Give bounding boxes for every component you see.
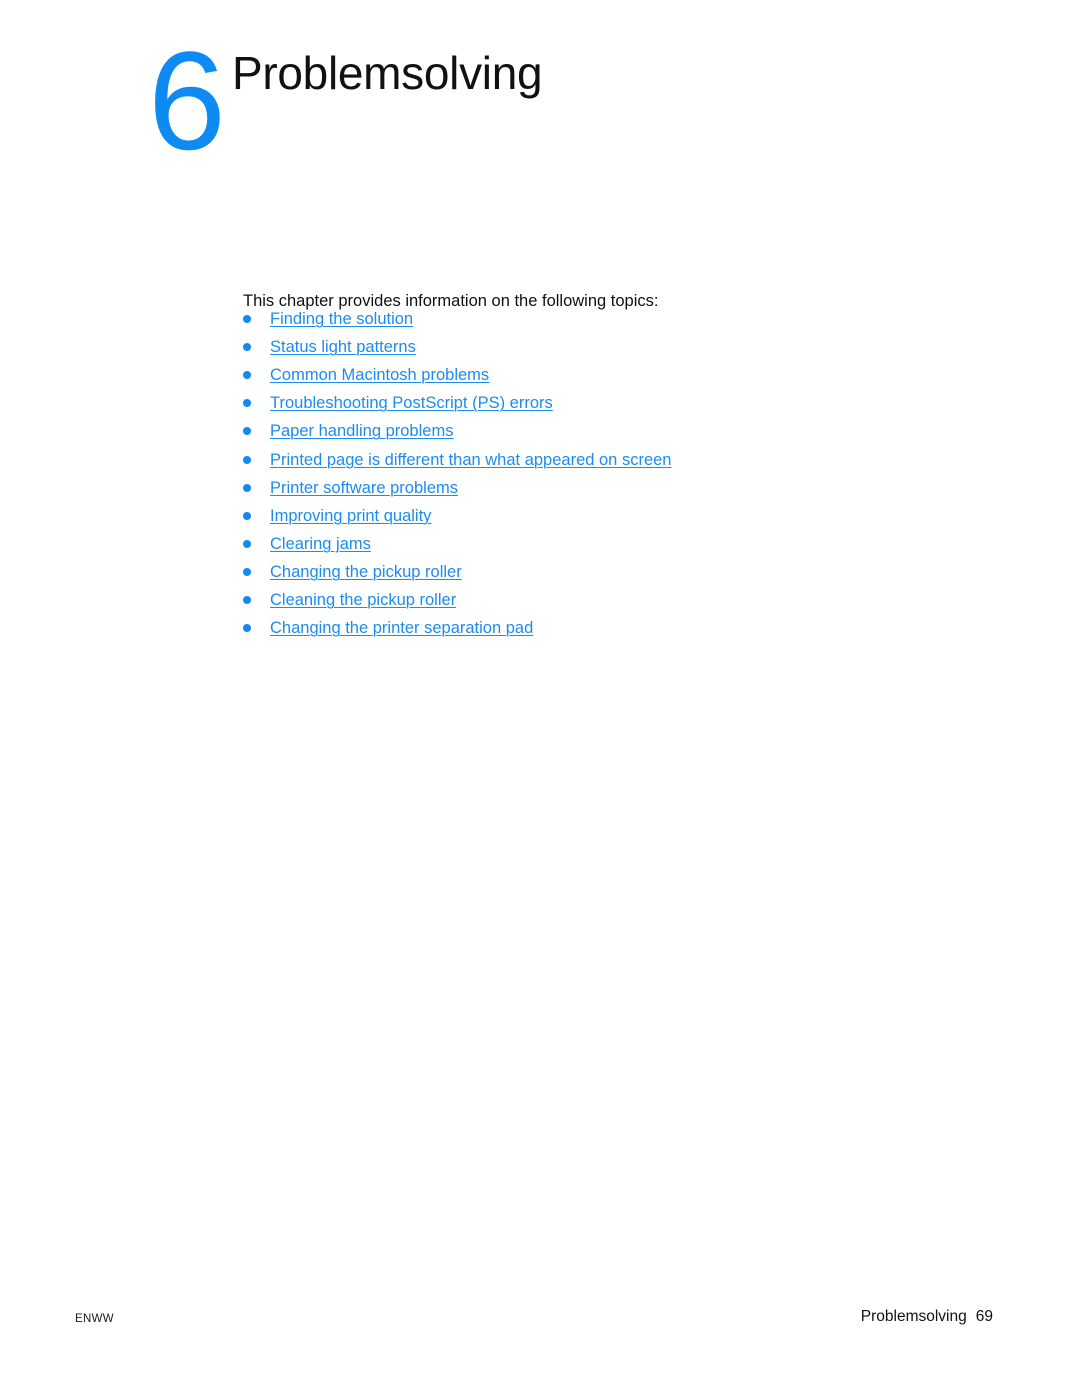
bullet-icon — [243, 595, 251, 604]
list-item[interactable]: Changing the printer separation pad — [243, 614, 671, 642]
list-item[interactable]: Clearing jams — [243, 530, 671, 558]
list-item[interactable]: Troubleshooting PostScript (PS) errors — [243, 389, 671, 417]
list-item[interactable]: Improving print quality — [243, 502, 671, 530]
topic-link[interactable]: Changing the printer separation pad — [270, 618, 533, 638]
bullet-icon — [243, 343, 251, 352]
bullet-icon — [243, 511, 251, 520]
list-item[interactable]: Printed page is different than what appe… — [243, 445, 671, 473]
bullet-icon — [243, 315, 251, 324]
topic-link[interactable]: Printed page is different than what appe… — [270, 450, 671, 470]
topic-link[interactable]: Paper handling problems — [270, 421, 453, 441]
topic-link[interactable]: Finding the solution — [270, 309, 413, 329]
topic-link[interactable]: Troubleshooting PostScript (PS) errors — [270, 393, 553, 413]
topic-list: Finding the solution Status light patter… — [243, 305, 671, 642]
list-item[interactable]: Cleaning the pickup roller — [243, 586, 671, 614]
topic-link[interactable]: Improving print quality — [270, 506, 431, 526]
list-item[interactable]: Printer software problems — [243, 474, 671, 502]
bullet-icon — [243, 624, 251, 633]
list-item[interactable]: Finding the solution — [243, 305, 671, 333]
page-title: Problemsolving — [232, 47, 543, 99]
chapter-heading: 6 Problemsolving — [148, 22, 543, 179]
bullet-icon — [243, 371, 251, 380]
bullet-icon — [243, 483, 251, 492]
document-page: 6 Problemsolving This chapter provides i… — [0, 0, 1080, 1397]
topic-link[interactable]: Status light patterns — [270, 337, 416, 357]
footer-chapter-name: Problemsolving — [860, 1308, 967, 1325]
topic-link[interactable]: Printer software problems — [270, 478, 458, 498]
topic-link[interactable]: Cleaning the pickup roller — [270, 590, 456, 610]
footer-page-marker: Problemsolving 69 — [861, 1307, 993, 1326]
list-item[interactable]: Status light patterns — [243, 333, 671, 361]
footer-locale-code: ENWW — [75, 1313, 114, 1325]
topic-link[interactable]: Common Macintosh problems — [270, 365, 489, 385]
list-item[interactable]: Changing the pickup roller — [243, 558, 671, 586]
chapter-number: 6 — [148, 22, 226, 179]
list-item[interactable]: Paper handling problems — [243, 417, 671, 445]
list-item[interactable]: Common Macintosh problems — [243, 361, 671, 389]
topic-link[interactable]: Clearing jams — [270, 534, 371, 554]
bullet-icon — [243, 567, 251, 576]
bullet-icon — [243, 427, 251, 436]
topic-link[interactable]: Changing the pickup roller — [270, 562, 462, 582]
bullet-icon — [243, 539, 251, 548]
footer-page-number: 69 — [975, 1308, 993, 1325]
bullet-icon — [243, 399, 251, 408]
bullet-icon — [243, 455, 251, 464]
